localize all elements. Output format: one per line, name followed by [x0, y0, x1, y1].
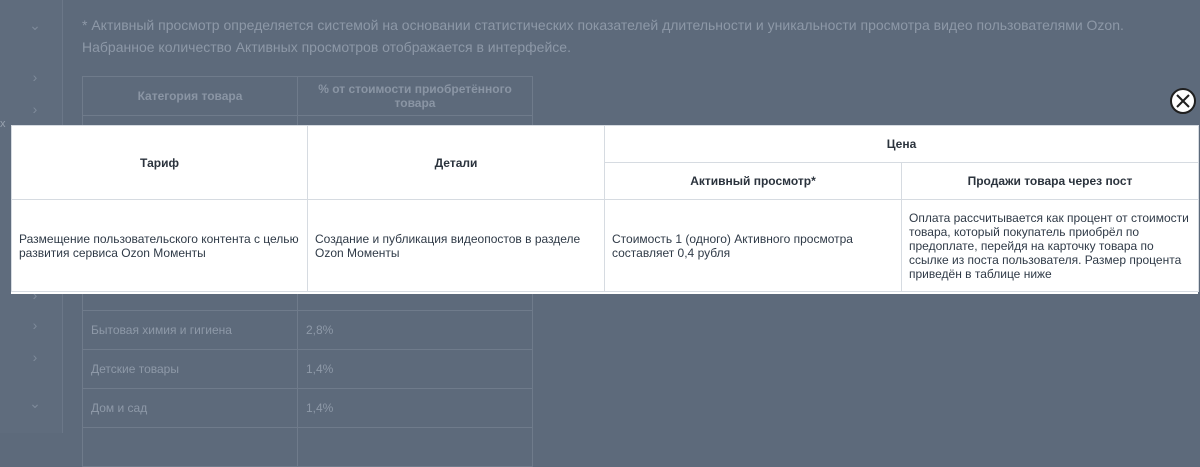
table-row: Детские товары 1,4% [82, 349, 533, 389]
table-row: Размещение пользовательского контента с … [11, 199, 1200, 292]
close-button[interactable] [1170, 88, 1196, 114]
column-header-tariff: Тариф [11, 125, 308, 200]
percent-cell: 1,4% [297, 388, 533, 428]
chevron-down-icon[interactable]: ⌄ [26, 394, 44, 412]
chevron-right-icon[interactable]: › [26, 68, 44, 86]
active-view-footnote: * Активный просмотр определяется системо… [82, 14, 1162, 58]
chevron-down-icon[interactable]: ⌄ [26, 16, 44, 34]
tariff-table: Тариф Детали Цена Активный просмотр* Про… [11, 125, 1200, 292]
category-cell: Детские товары [82, 349, 298, 389]
category-cell: Дом и сад [82, 388, 298, 428]
column-header-price: Цена [603, 125, 1200, 163]
details-cell: Создание и публикация видеопостов в разд… [307, 199, 605, 292]
table-cell [297, 427, 533, 467]
column-header-details: Детали [307, 125, 605, 200]
percent-cell: 1,4% [297, 349, 533, 389]
chevron-right-icon[interactable]: › [26, 316, 44, 334]
tariff-modal: Тариф Детали Цена Активный просмотр* Про… [11, 125, 1200, 294]
tariff-cell: Размещение пользовательского контента с … [11, 199, 308, 292]
footnote-line: Набранное количество Активных просмотров… [82, 39, 571, 55]
table-row: Дом и сад 1,4% [82, 388, 533, 428]
chevron-right-icon[interactable]: › [26, 100, 44, 118]
category-cell: Бытовая химия и гигиена [82, 310, 298, 350]
column-header-post-sales: Продажи товара через пост [900, 162, 1200, 200]
column-header-category: Категория товара [82, 76, 298, 116]
active-view-cell: Стоимость 1 (одного) Активного просмотра… [604, 199, 902, 292]
post-sales-cell: Оплата рассчитывается как процент от сто… [900, 199, 1200, 292]
column-header-percent: % от стоимости приобретённого товара [297, 76, 533, 116]
chevron-right-icon[interactable]: › [26, 348, 44, 366]
percent-cell: 2,8% [297, 310, 533, 350]
table-cell [82, 427, 298, 467]
close-icon [1176, 94, 1190, 108]
table-row: Бытовая химия и гигиена 2,8% [82, 310, 533, 350]
edge-label: x [0, 118, 6, 130]
footnote-line: * Активный просмотр определяется системо… [82, 17, 1124, 33]
column-header-active-view: Активный просмотр* [604, 162, 902, 200]
